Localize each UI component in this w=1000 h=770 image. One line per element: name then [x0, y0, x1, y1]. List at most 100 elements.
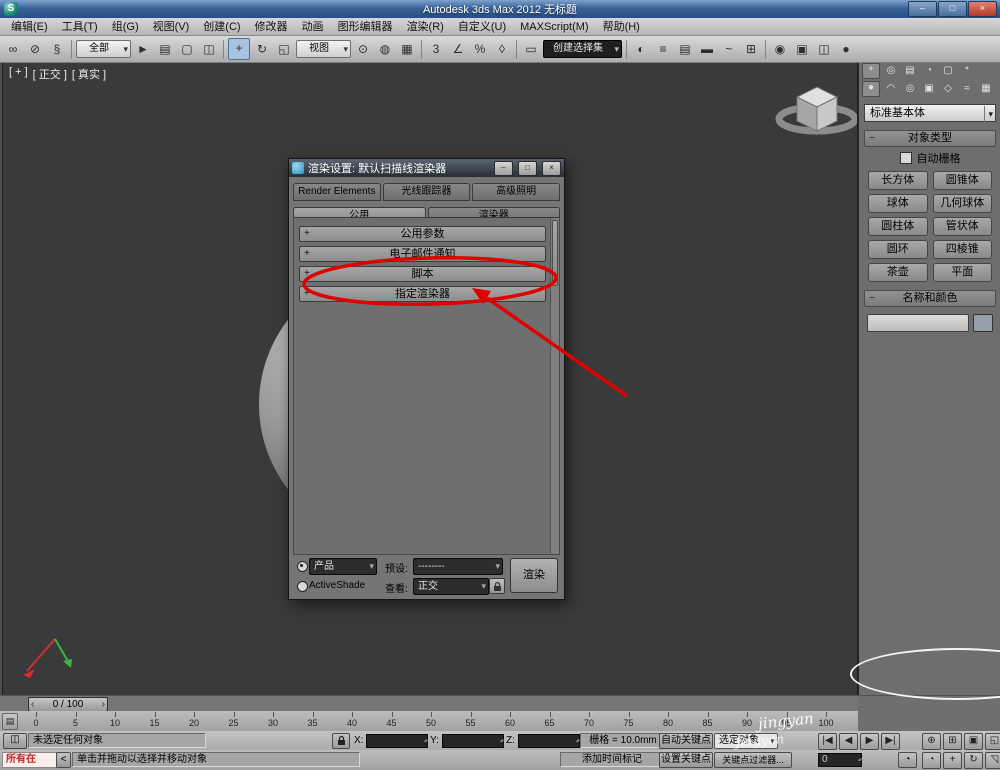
viewcube[interactable]: [771, 77, 858, 155]
menu-item[interactable]: 创建(C): [196, 19, 247, 35]
maxscript-mini-listener[interactable]: 所有在: [2, 752, 59, 768]
rollout-scripts[interactable]: 脚本: [299, 266, 546, 282]
primitive-button[interactable]: 几何球体: [933, 194, 993, 213]
rollout-email-notifications[interactable]: 电子邮件通知: [299, 246, 546, 262]
modify-tab-icon[interactable]: ◎: [883, 64, 899, 78]
time-slider-handle[interactable]: 0 / 100: [28, 697, 108, 712]
zoom-icon[interactable]: ⊕: [922, 733, 941, 750]
go-to-start-icon[interactable]: |◀: [818, 733, 837, 750]
y-coordinate-field[interactable]: [442, 734, 504, 748]
curve-editor-icon[interactable]: ~: [719, 39, 739, 59]
create-tab-icon[interactable]: +: [862, 63, 880, 79]
select-and-link-icon[interactable]: ∞: [3, 39, 23, 59]
utilities-tab-icon[interactable]: *: [959, 64, 975, 78]
geometry-category-icon[interactable]: ●: [862, 81, 880, 97]
primitive-button[interactable]: 圆环: [868, 240, 928, 259]
motion-tab-icon[interactable]: ◔: [921, 64, 937, 78]
tab-render-elements[interactable]: Render Elements: [293, 183, 381, 201]
shapes-category-icon[interactable]: ◠: [883, 82, 899, 96]
select-and-move-icon[interactable]: +: [228, 38, 250, 60]
current-frame-field[interactable]: 0: [818, 753, 862, 767]
name-color-rollout-header[interactable]: 名称和颜色: [864, 290, 996, 307]
viewport-label[interactable]: [ 正交 ]: [33, 66, 67, 82]
zoom-extents-icon[interactable]: ▣: [964, 733, 983, 750]
menu-item[interactable]: 帮助(H): [596, 19, 647, 35]
viewport-label[interactable]: [ + ]: [9, 66, 28, 82]
key-filters-button[interactable]: 关键点过滤器...: [714, 752, 792, 768]
go-to-end-icon[interactable]: ▶|: [881, 733, 900, 750]
render-button[interactable]: 渲染: [510, 558, 558, 593]
previous-frame-icon[interactable]: ◀: [839, 733, 858, 750]
z-coordinate-field[interactable]: [518, 734, 580, 748]
primitive-button[interactable]: 茶壶: [868, 263, 928, 282]
lock-view-button[interactable]: [489, 578, 505, 594]
select-and-scale-icon[interactable]: ◱: [274, 39, 294, 59]
tab-raytracer[interactable]: 光线跟踪器: [383, 183, 471, 201]
render-setup-icon[interactable]: ▣: [792, 39, 812, 59]
menu-item[interactable]: MAXScript(M): [513, 19, 595, 35]
percent-snap-icon[interactable]: %: [470, 39, 490, 59]
tab-advanced-lighting[interactable]: 高级照明: [472, 183, 560, 201]
field-of-view-icon[interactable]: ◔: [922, 752, 941, 769]
use-pivot-center-icon[interactable]: ⊙: [353, 39, 373, 59]
dialog-close-button[interactable]: ×: [542, 161, 561, 176]
primitive-type-dropdown[interactable]: 标准基本体: [864, 104, 996, 122]
rollout-assign-renderer[interactable]: 指定渲染器: [299, 286, 546, 302]
layer-manager-icon[interactable]: ▤: [675, 39, 695, 59]
rollout-common-parameters[interactable]: 公用参数: [299, 226, 546, 242]
primitive-button[interactable]: 长方体: [868, 171, 928, 190]
play-animation-icon[interactable]: ▶: [860, 733, 879, 750]
reference-coordinate-dropdown[interactable]: 视图: [296, 40, 351, 58]
render-production-icon[interactable]: ●: [836, 39, 856, 59]
menu-item[interactable]: 自定义(U): [451, 19, 513, 35]
cameras-category-icon[interactable]: ▣: [921, 82, 937, 96]
menu-item[interactable]: 工具(T): [55, 19, 105, 35]
select-and-manipulate-icon[interactable]: ◍: [375, 39, 395, 59]
zoom-extents-all-icon[interactable]: ◱: [985, 733, 1000, 750]
primitive-button[interactable]: 圆柱体: [868, 217, 928, 236]
lights-category-icon[interactable]: ◎: [902, 82, 918, 96]
add-time-tag[interactable]: 添加时间标记: [560, 752, 664, 767]
autogrid-checkbox[interactable]: [900, 152, 912, 164]
selection-filter-dropdown[interactable]: 全部: [76, 40, 131, 58]
listener-expand-button[interactable]: <: [56, 752, 71, 768]
activeshade-radio[interactable]: [297, 581, 308, 592]
menu-item[interactable]: 组(G): [105, 19, 146, 35]
menu-item[interactable]: 编辑(E): [4, 19, 55, 35]
render-target-dropdown[interactable]: 产品: [309, 558, 377, 575]
menu-item[interactable]: 渲染(R): [400, 19, 451, 35]
menu-item[interactable]: 视图(V): [146, 19, 197, 35]
selection-lock-toggle[interactable]: [332, 733, 350, 749]
window-crossing-toggle-icon[interactable]: ◫: [199, 39, 219, 59]
time-configuration-button[interactable]: ◔: [898, 752, 917, 768]
bind-to-space-warp-icon[interactable]: §: [47, 39, 67, 59]
maximize-viewport-toggle-icon[interactable]: ◹: [985, 752, 1000, 769]
schematic-view-icon[interactable]: ⊞: [741, 39, 761, 59]
target-production-radio[interactable]: [297, 561, 308, 572]
zoom-all-icon[interactable]: ⊞: [943, 733, 962, 750]
edit-named-selections-icon[interactable]: ▭: [521, 39, 541, 59]
orbit-icon[interactable]: ↻: [964, 752, 983, 769]
primitive-button[interactable]: 圆锥体: [933, 171, 993, 190]
menu-item[interactable]: 动画: [295, 19, 331, 35]
select-and-rotate-icon[interactable]: ↻: [252, 39, 272, 59]
named-selection-dropdown[interactable]: 创建选择集: [543, 40, 622, 58]
angle-snap-icon[interactable]: ∠: [448, 39, 468, 59]
spinner-snap-icon[interactable]: ◊: [492, 39, 512, 59]
minimize-button[interactable]: –: [908, 1, 937, 17]
menu-item[interactable]: 图形编辑器: [331, 19, 400, 35]
hierarchy-tab-icon[interactable]: ▤: [902, 64, 918, 78]
x-coordinate-field[interactable]: [366, 734, 428, 748]
maximize-button[interactable]: □: [938, 1, 967, 17]
mirror-icon[interactable]: ◐: [631, 39, 651, 59]
display-tab-icon[interactable]: ▢: [940, 64, 956, 78]
graphite-ribbon-icon[interactable]: ▬: [697, 39, 717, 59]
object-type-rollout-header[interactable]: 对象类型: [864, 130, 996, 147]
unlink-selection-icon[interactable]: ⊘: [25, 39, 45, 59]
dialog-minimize-button[interactable]: –: [494, 161, 513, 176]
close-button[interactable]: ×: [968, 1, 997, 17]
dialog-title-bar[interactable]: 渲染设置: 默认扫描线渲染器 – □ ×: [289, 159, 564, 177]
select-by-name-icon[interactable]: ▤: [155, 39, 175, 59]
object-color-swatch[interactable]: [973, 314, 993, 332]
viewport-label[interactable]: [ 真实 ]: [72, 66, 106, 82]
